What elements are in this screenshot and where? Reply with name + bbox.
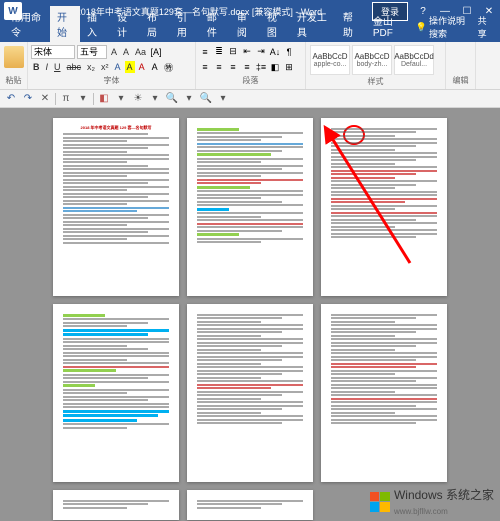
enclose-char-icon[interactable]: ㊕ (163, 61, 175, 73)
align-left-icon[interactable]: ≡ (199, 61, 211, 73)
tab-insert[interactable]: 插入 (80, 6, 110, 42)
quick-access-toolbar: ↶ ↷ ✕ π ▾ ◧ ▾ ☀ ▾ 🔍 ▾ 🔍 ▾ (0, 90, 500, 108)
page-thumbnail-6[interactable] (321, 304, 447, 482)
document-area[interactable]: 2018 年中考语文真题 129 套—名句默写 (0, 108, 500, 521)
font-label: 字体 (31, 75, 192, 87)
borders-icon[interactable]: ⊞ (283, 61, 295, 73)
undo-button[interactable]: ↶ (4, 92, 18, 106)
qat-dropdown-1[interactable]: ▾ (76, 92, 90, 106)
group-font: 宋体 五号 A A Aa [A] B I U abc x₂ x² A A A A… (28, 42, 196, 89)
decrease-indent-icon[interactable]: ⇤ (241, 46, 253, 58)
shrink-font-button[interactable]: A (121, 46, 131, 58)
lightbulb-icon: 💡 (416, 22, 427, 33)
page-thumbnail-2[interactable] (187, 118, 313, 296)
change-case-button[interactable]: Aa (133, 46, 148, 58)
underline-button[interactable]: U (52, 61, 63, 73)
char-shading-icon[interactable]: A (149, 61, 161, 73)
highlight-button[interactable]: A (125, 61, 135, 73)
group-clipboard: 粘贴 (0, 42, 28, 89)
tab-mailings[interactable]: 邮件 (200, 6, 230, 42)
tab-references[interactable]: 引用 (170, 6, 200, 42)
cancel-button[interactable]: ✕ (38, 92, 52, 106)
sort-icon[interactable]: A↓ (269, 46, 281, 58)
brightness-button[interactable]: ☀ (131, 92, 145, 106)
tab-pdf[interactable]: 金山PDF (366, 10, 412, 42)
zoom-in-button[interactable]: 🔍 (165, 92, 179, 106)
page-thumbnail-3[interactable] (321, 118, 447, 296)
tab-layout[interactable]: 布局 (140, 6, 170, 42)
multilevel-icon[interactable]: ⊟ (227, 46, 239, 58)
style-item-3[interactable]: AaBbCcDdDefaul... (394, 45, 434, 75)
tab-review[interactable]: 审阅 (230, 6, 260, 42)
ribbon-tabs: 常用命令 开始 插入 设计 布局 引用 邮件 审阅 视图 开发工具 帮助 金山P… (0, 22, 500, 42)
qat-separator (55, 93, 56, 105)
strike-button[interactable]: abc (65, 61, 84, 73)
tab-view[interactable]: 视图 (260, 6, 290, 42)
tab-devtools[interactable]: 开发工具 (290, 6, 336, 42)
style-item-2[interactable]: AaBbCcDbody-zh... (352, 45, 392, 75)
paragraph-label: 段落 (199, 75, 302, 87)
bold-button[interactable]: B (31, 61, 42, 73)
page-thumbnail-5[interactable] (187, 304, 313, 482)
tab-commands[interactable]: 常用命令 (4, 6, 50, 42)
styles-label: 样式 (309, 76, 442, 88)
page-thumbnail-7[interactable] (53, 490, 179, 520)
page-spacer (321, 490, 447, 520)
paste-icon[interactable] (4, 46, 24, 68)
align-center-icon[interactable]: ≡ (213, 61, 225, 73)
font-color-button[interactable]: A (137, 61, 147, 73)
group-paragraph: ≡ ≣ ⊟ ⇤ ⇥ A↓ ¶ ≡ ≡ ≡ ≡ ‡≡ ◧ ⊞ 段落 (196, 42, 306, 89)
bullets-icon[interactable]: ≡ (199, 46, 211, 58)
justify-icon[interactable]: ≡ (241, 61, 253, 73)
qat-dropdown-2[interactable]: ▾ (114, 92, 128, 106)
ribbon: 粘贴 宋体 五号 A A Aa [A] B I U abc x₂ x² A A … (0, 42, 500, 90)
group-editing: 编辑 (446, 42, 476, 89)
qat-separator (93, 93, 94, 105)
redo-button[interactable]: ↷ (21, 92, 35, 106)
page-thumbnail-1[interactable]: 2018 年中考语文真题 129 套—名句默写 (53, 118, 179, 296)
char-border-icon[interactable]: [A] (150, 46, 162, 58)
superscript-button[interactable]: x² (99, 61, 111, 73)
tell-me-search[interactable]: 💡操作说明搜索 (412, 12, 474, 42)
clipboard-label: 粘贴 (3, 75, 24, 87)
shape-fill-button[interactable]: ◧ (97, 92, 111, 106)
group-styles: AaBbCcDapple-co... AaBbCcDbody-zh... AaB… (306, 42, 446, 89)
page-thumbnail-8[interactable] (187, 490, 313, 520)
page-thumbnail-4[interactable] (53, 304, 179, 482)
italic-button[interactable]: I (44, 61, 51, 73)
font-size-select[interactable]: 五号 (77, 45, 107, 59)
tab-design[interactable]: 设计 (110, 6, 140, 42)
font-family-select[interactable]: 宋体 (31, 45, 75, 59)
shading-icon[interactable]: ◧ (269, 61, 281, 73)
qat-dropdown-5[interactable]: ▾ (216, 92, 230, 106)
style-item-1[interactable]: AaBbCcDapple-co... (310, 45, 350, 75)
subscript-button[interactable]: x₂ (85, 61, 97, 73)
share-button[interactable]: 共享 (474, 12, 496, 42)
document-title: 2018 年中考语文真题 129 套—名句默写 (63, 126, 169, 130)
editing-label: 编辑 (449, 75, 472, 87)
qat-dropdown-3[interactable]: ▾ (148, 92, 162, 106)
qat-dropdown-4[interactable]: ▾ (182, 92, 196, 106)
increase-indent-icon[interactable]: ⇥ (255, 46, 267, 58)
zoom-out-button[interactable]: 🔍 (199, 92, 213, 106)
grow-font-button[interactable]: A (109, 46, 119, 58)
numbering-icon[interactable]: ≣ (213, 46, 225, 58)
align-right-icon[interactable]: ≡ (227, 61, 239, 73)
show-marks-icon[interactable]: ¶ (283, 46, 295, 58)
equation-button[interactable]: π (59, 92, 73, 106)
tab-help[interactable]: 帮助 (336, 6, 366, 42)
tab-home[interactable]: 开始 (50, 6, 80, 42)
text-effects-button[interactable]: A (113, 61, 123, 73)
line-spacing-icon[interactable]: ‡≡ (255, 61, 267, 73)
